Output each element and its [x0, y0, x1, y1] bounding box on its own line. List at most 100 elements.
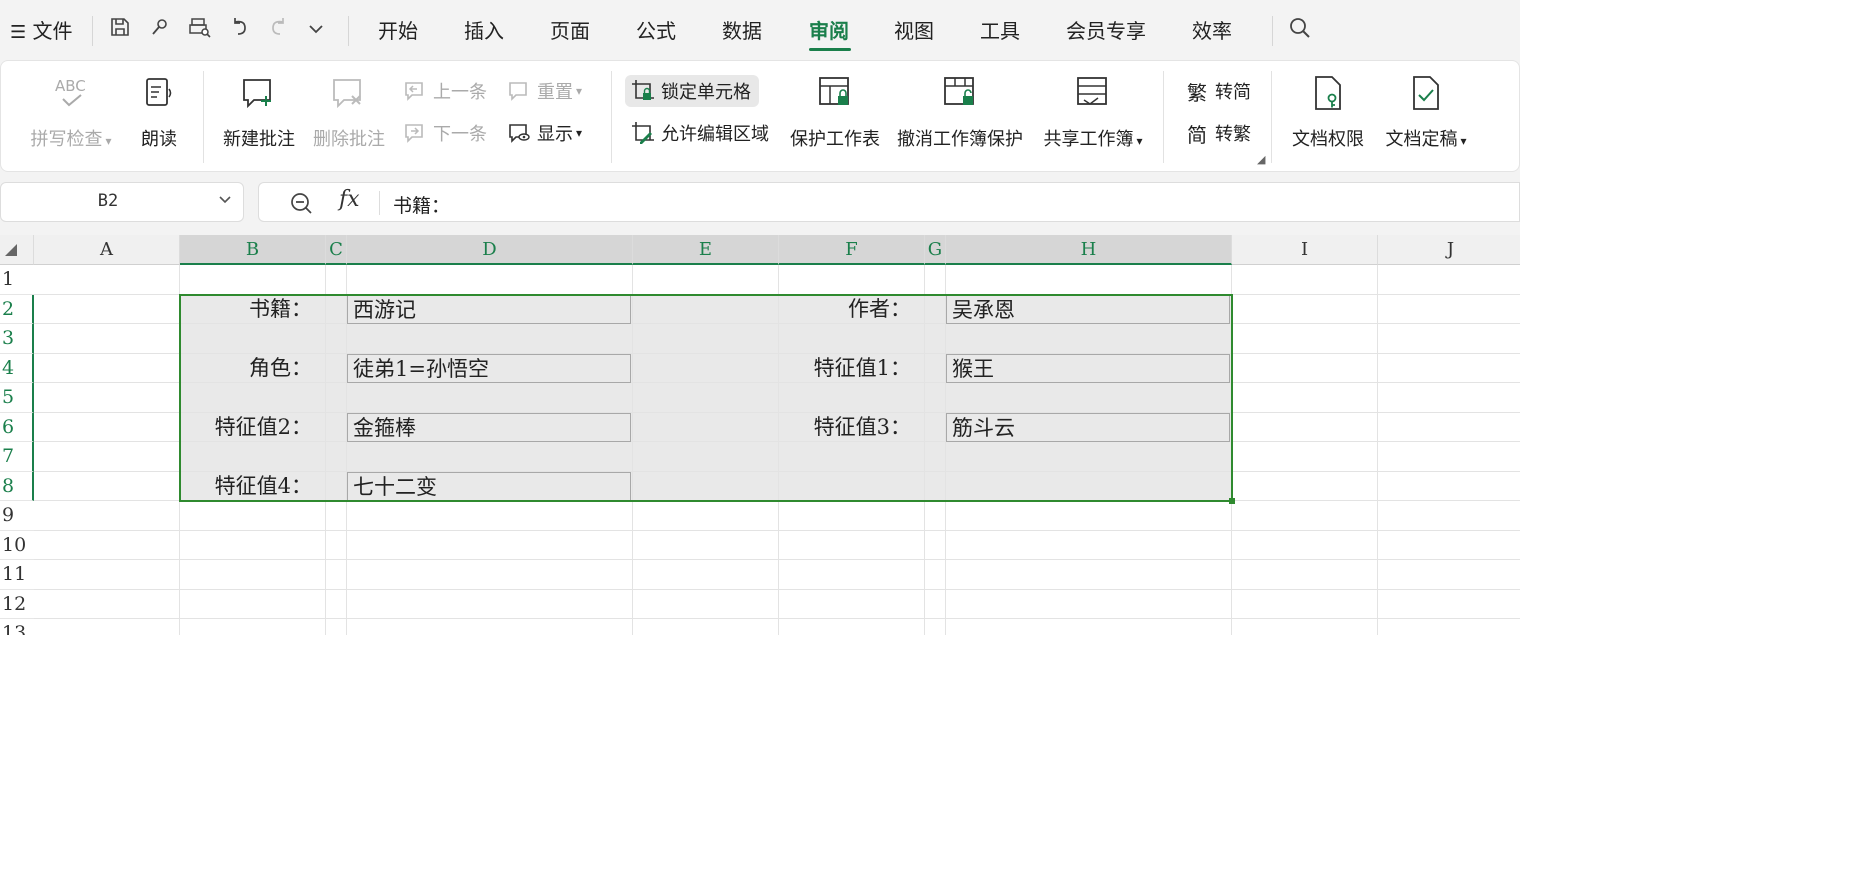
show-button[interactable]: 显示 ▾ [505, 117, 582, 149]
divider [379, 191, 380, 215]
redo-icon[interactable] [264, 16, 292, 46]
sheet-grid[interactable]: A B C D E F G H I J 1 2 3 4 5 6 7 8 9 10 11 12 13 书籍： 西游记 作者： 吴承恩角… [0, 235, 1520, 635]
select-all-corner[interactable] [0, 235, 34, 265]
tab-formulas[interactable]: 公式 [636, 16, 676, 46]
column-header-h[interactable]: H [946, 235, 1232, 265]
tab-data[interactable]: 数据 [722, 16, 762, 46]
unprotect-workbook-label: 撤消工作簿保护 [897, 129, 1023, 150]
column-header-j[interactable]: J [1378, 235, 1520, 265]
delete-comment-button[interactable]: 删除批注 [309, 71, 389, 151]
column-header-g[interactable]: G [925, 235, 946, 265]
tab-efficiency[interactable]: 效率 [1192, 16, 1232, 46]
allow-edit-range-button[interactable]: 允许编辑区域 [629, 117, 769, 149]
row-header-10[interactable]: 10 [0, 530, 34, 560]
doc-permission-button[interactable]: 文档权限 [1287, 71, 1369, 151]
formula-content[interactable]: 书籍： [393, 191, 450, 218]
format-painter-icon[interactable] [146, 16, 174, 46]
next-comment-label: 下一条 [433, 124, 487, 145]
read-aloud-label: 朗读 [141, 129, 177, 150]
print-preview-icon[interactable] [186, 16, 214, 46]
column-header-d[interactable]: D [347, 235, 633, 265]
ribbon-review: ABC 拼写检查 ▾ 朗读 新建批注 删除批注 上一条 下一条 重置 ▾ 显示 … [0, 60, 1520, 172]
row-header-7[interactable]: 7 [0, 442, 34, 472]
name-box[interactable]: B2 [0, 182, 244, 222]
divider [92, 16, 93, 46]
traditional-char-icon: 繁 [1187, 80, 1207, 105]
column-header-a[interactable]: A [34, 235, 180, 265]
prev-comment-button[interactable]: 上一条 [401, 75, 487, 107]
file-menu[interactable]: ☰ 文件 [10, 16, 73, 46]
next-comment-icon [401, 119, 429, 147]
protect-sheet-button[interactable]: 保护工作表 [787, 71, 883, 151]
tab-member[interactable]: 会员专享 [1066, 16, 1146, 46]
read-aloud-button[interactable]: 朗读 [129, 71, 189, 151]
row-header-13[interactable]: 13 [0, 619, 34, 635]
menu-icon: ☰ [10, 22, 27, 43]
protect-sheet-icon [787, 71, 883, 115]
next-comment-button[interactable]: 下一条 [401, 117, 487, 149]
search-icon[interactable] [1286, 16, 1314, 46]
doc-finalize-label: 文档定稿 [1385, 129, 1458, 150]
row-header-2[interactable]: 2 [0, 294, 34, 324]
tab-view[interactable]: 视图 [894, 16, 934, 46]
menu-bar: ☰ 文件 开始 插入 页面 公式 数据 审阅 视图 工具 会员专享 效率 [0, 0, 1520, 62]
chevron-down-icon[interactable] [217, 191, 233, 211]
fx-icon[interactable]: fx [339, 187, 360, 212]
divider [1272, 16, 1273, 46]
tab-insert[interactable]: 插入 [464, 16, 504, 46]
tab-home[interactable]: 开始 [378, 16, 418, 46]
unprotect-workbook-button[interactable]: 撤消工作簿保护 [897, 71, 1023, 151]
zoom-out-icon[interactable] [289, 191, 313, 219]
undo-icon[interactable] [226, 16, 254, 46]
row-header-1[interactable]: 1 [0, 265, 34, 295]
doc-permission-icon [1287, 71, 1369, 115]
reset-icon [505, 77, 533, 105]
column-header-e[interactable]: E [633, 235, 779, 265]
chevron-down-icon[interactable] [302, 16, 330, 46]
row-header-9[interactable]: 9 [0, 501, 34, 531]
tab-review[interactable]: 审阅 [809, 16, 849, 46]
reset-label: 重置 [537, 82, 573, 103]
protect-sheet-label: 保护工作表 [790, 129, 880, 150]
convert-simplified-button[interactable]: 繁 转简 [1183, 75, 1251, 107]
divider [1163, 71, 1164, 163]
column-header-i[interactable]: I [1232, 235, 1378, 265]
share-workbook-icon [1041, 71, 1145, 115]
grid-line [34, 588, 1520, 590]
row-header-3[interactable]: 3 [0, 324, 34, 354]
divider [1271, 71, 1272, 163]
spellcheck-label: 拼写检查 [30, 129, 103, 150]
convert-traditional-button[interactable]: 简 转繁 [1183, 117, 1251, 149]
row-header-6[interactable]: 6 [0, 412, 34, 442]
lock-cell-button[interactable]: 锁定单元格 [625, 75, 759, 107]
tab-tools[interactable]: 工具 [980, 16, 1020, 46]
row-header-4[interactable]: 4 [0, 353, 34, 383]
grid-line [1377, 265, 1378, 635]
divider [348, 16, 349, 46]
column-header-b[interactable]: B [180, 235, 326, 265]
allow-edit-range-label: 允许编辑区域 [661, 124, 769, 145]
row-header-5[interactable]: 5 [0, 383, 34, 413]
save-icon[interactable] [106, 16, 134, 46]
reset-button[interactable]: 重置 ▾ [505, 75, 582, 107]
doc-finalize-icon [1381, 71, 1471, 115]
tab-page[interactable]: 页面 [550, 16, 590, 46]
new-comment-button[interactable]: 新建批注 [219, 71, 299, 151]
doc-finalize-button[interactable]: 文档定稿 ▾ [1381, 71, 1471, 151]
new-comment-icon [219, 71, 299, 115]
show-comments-icon [505, 119, 533, 147]
app-root: ☰ 文件 开始 插入 页面 公式 数据 审阅 视图 工具 会员专享 效率 ABC… [0, 0, 1862, 891]
row-header-11[interactable]: 11 [0, 560, 34, 590]
fill-handle[interactable] [1229, 498, 1235, 504]
column-header-f[interactable]: F [779, 235, 925, 265]
share-workbook-button[interactable]: 共享工作簿 ▾ [1041, 71, 1145, 151]
column-header-c[interactable]: C [326, 235, 347, 265]
name-box-value: B2 [97, 191, 119, 211]
row-header-8[interactable]: 8 [0, 471, 34, 501]
formula-bar[interactable]: fx 书籍： [258, 182, 1520, 222]
delete-comment-icon [309, 71, 389, 115]
spellcheck-button[interactable]: ABC 拼写检查 ▾ [23, 71, 119, 151]
allow-edit-icon [629, 119, 657, 147]
row-header-12[interactable]: 12 [0, 589, 34, 619]
dialog-launcher-icon[interactable]: ◢ [1257, 153, 1265, 166]
